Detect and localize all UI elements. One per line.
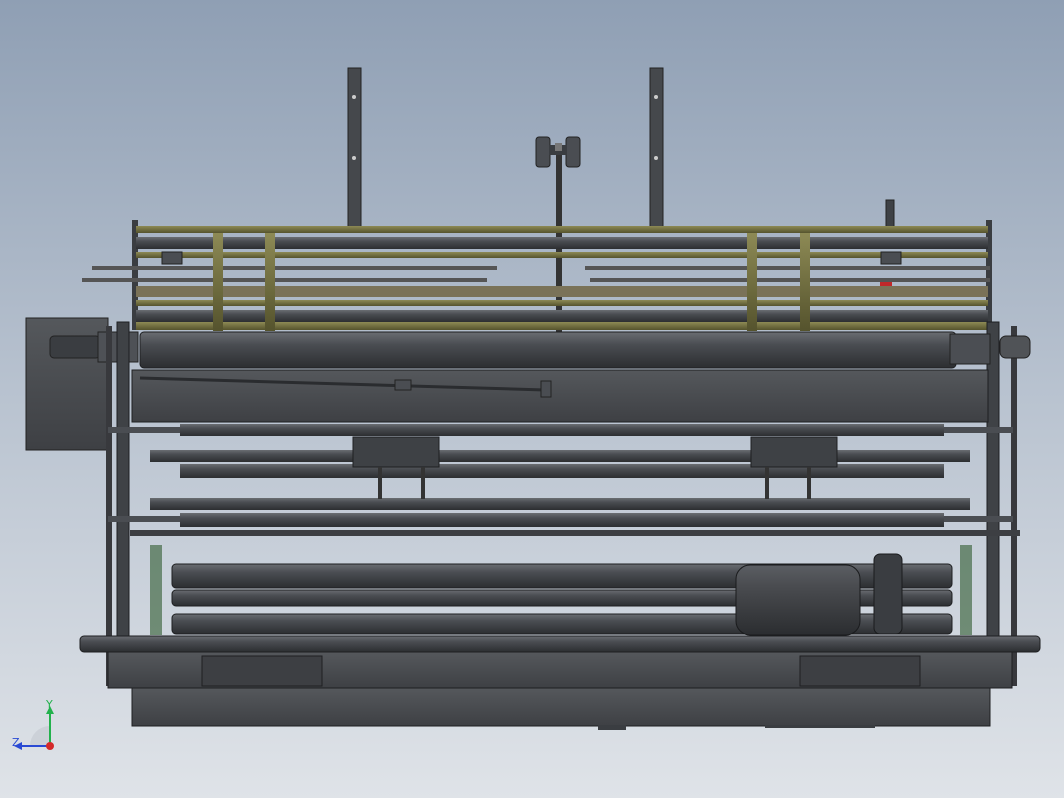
y-axis-label: Y [45,700,53,711]
tension-clamp [394,379,412,391]
x-axis-dot [46,742,54,750]
right-roller-hub [949,333,991,365]
z-axis-label: Z [12,736,20,749]
drive-motor [735,564,861,636]
machine-base [79,635,1041,730]
middle-plate [131,369,989,423]
right-end-cap [999,335,1031,359]
upper-posts [347,67,664,231]
gear-assembly [873,553,903,635]
orientation-triad: Y Z [12,700,54,750]
cad-viewport[interactable] [0,0,1064,798]
winding-section [150,545,972,636]
upper-rail-frame [82,220,992,331]
tension-end [540,380,552,398]
red-marker [880,282,892,286]
right-sensor-post [885,199,895,231]
lower-rollers [108,424,1020,536]
main-roller [139,331,957,369]
triad-sector [30,726,50,746]
